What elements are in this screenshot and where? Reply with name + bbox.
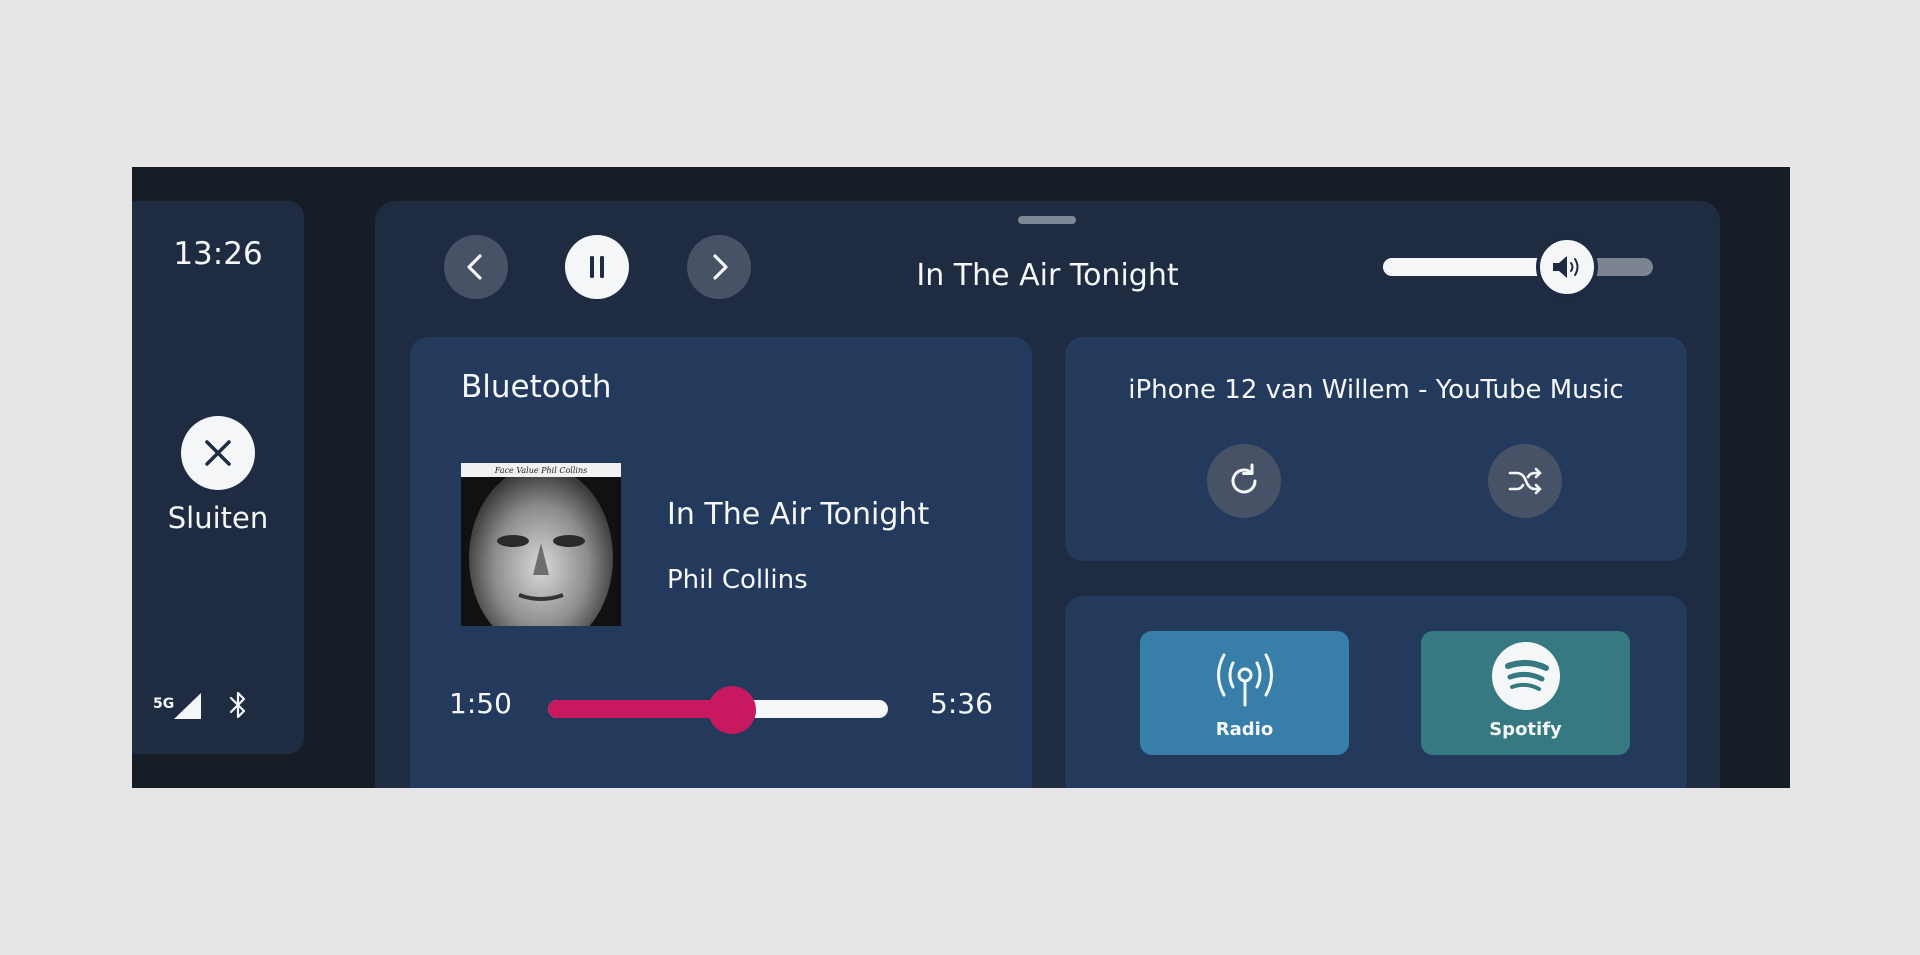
album-cover-art: Face Value Phil Collins [461, 463, 621, 626]
track-artist: Phil Collins [667, 565, 808, 595]
spotify-source-button[interactable]: Spotify [1421, 631, 1630, 755]
repeat-icon [1231, 463, 1257, 494]
shuffle-button[interactable] [1488, 444, 1562, 518]
shuffle-icon [1508, 467, 1542, 495]
repeat-button[interactable] [1207, 444, 1281, 518]
status-sidebar: 13:26 Sluiten 5G [132, 201, 304, 754]
album-cover: Face Value Phil Collins [461, 463, 621, 626]
radio-antenna-icon [1217, 653, 1273, 707]
pause-button[interactable] [565, 235, 629, 299]
device-name: iPhone 12 van Willem - YouTube Music [1128, 375, 1624, 405]
next-icon [713, 254, 728, 280]
signal-icon [174, 693, 201, 719]
pause-icon [590, 256, 604, 278]
device-card: iPhone 12 van Willem - YouTube Music [1065, 337, 1687, 561]
radio-label: Radio [1215, 719, 1274, 740]
bluetooth-icon [229, 691, 246, 719]
clock: 13:26 [173, 236, 263, 272]
elapsed-time: 1:50 [449, 687, 512, 720]
source-title: Bluetooth [461, 369, 612, 405]
progress-fill [548, 700, 732, 718]
close-label: Sluiten [167, 501, 269, 535]
previous-icon [467, 254, 482, 280]
head-unit-screen: 13:26 Sluiten 5G In The Air Tonight Blue… [132, 167, 1790, 788]
total-duration: 5:36 [930, 687, 993, 720]
next-button[interactable] [687, 235, 751, 299]
previous-button[interactable] [444, 235, 508, 299]
volume-knob[interactable] [1535, 236, 1598, 298]
spotify-label: Spotify [1489, 719, 1562, 740]
now-playing-title: In The Air Tonight [916, 258, 1179, 293]
bluetooth-card: Bluetooth Face Value Phil Collins In The… [410, 337, 1032, 788]
volume-slider[interactable] [1383, 233, 1653, 301]
close-button[interactable] [181, 416, 255, 490]
media-panel: In The Air Tonight Bluetooth Face Value … [375, 201, 1720, 788]
radio-source-button[interactable]: Radio [1140, 631, 1349, 755]
network-status: 5G [153, 691, 203, 721]
album-cover-text: Face Value Phil Collins [494, 466, 587, 475]
progress-slider[interactable] [548, 686, 888, 734]
sources-card: Radio Spotify [1065, 596, 1687, 788]
speaker-icon [1552, 256, 1579, 278]
track-title: In The Air Tonight [667, 497, 930, 532]
spotify-icon [1492, 642, 1560, 710]
close-icon [205, 440, 231, 466]
drag-handle[interactable] [1018, 216, 1076, 224]
progress-knob[interactable] [707, 686, 756, 734]
